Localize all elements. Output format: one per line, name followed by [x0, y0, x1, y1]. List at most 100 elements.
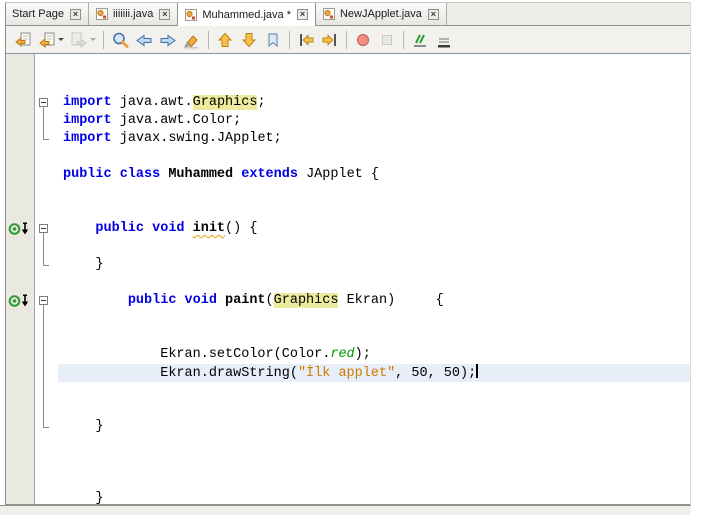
fold-guide-foot — [43, 139, 49, 140]
arrow-right-icon — [159, 31, 177, 49]
code-area[interactable]: import java.awt.Graphics;import java.awt… — [58, 54, 690, 504]
code-token: Graphics — [274, 293, 339, 308]
fold-collapse-box[interactable] — [39, 296, 48, 305]
code-line[interactable] — [58, 472, 690, 490]
toolbar-separator — [103, 31, 104, 49]
uncomment-button[interactable] — [432, 29, 456, 51]
code-token: public class — [63, 167, 168, 182]
dropdown-caret-icon[interactable] — [90, 38, 96, 41]
fold-guide-line — [43, 305, 44, 427]
code-line[interactable]: import java.awt.Color; — [58, 112, 690, 130]
fold-guide-line — [43, 107, 44, 139]
tab-label: Muhammed.java * — [202, 9, 291, 21]
code-token: red — [330, 347, 354, 362]
code-token: paint — [225, 293, 266, 308]
comment-button[interactable] — [408, 29, 432, 51]
toolbar-separator — [289, 31, 290, 49]
code-token: JApplet { — [298, 167, 379, 182]
find-next-occurrence-button[interactable] — [156, 29, 180, 51]
editor-toolbar — [6, 26, 690, 54]
bottom-strip — [0, 505, 691, 515]
back-button[interactable] — [35, 29, 67, 51]
gutter — [6, 54, 35, 504]
magnifier-icon — [111, 31, 129, 49]
stop-macro-recording-button — [375, 29, 399, 51]
close-icon[interactable]: × — [159, 9, 170, 20]
code-token: Ekran.setColor(Color. — [63, 347, 330, 362]
code-token: } — [63, 419, 104, 434]
code-line[interactable]: public void init() { — [58, 220, 690, 238]
override-icon[interactable] — [8, 294, 32, 308]
toggle-bookmark-button[interactable] — [261, 29, 285, 51]
bookmark-down-icon — [240, 31, 258, 49]
java-class-icon — [322, 7, 336, 21]
tab-label: Start Page — [12, 8, 64, 20]
find-previous-occurrence-button[interactable] — [132, 29, 156, 51]
code-line[interactable]: import javax.swing.JApplet; — [58, 130, 690, 148]
code-editor: import java.awt.Graphics;import java.awt… — [6, 54, 690, 505]
code-line[interactable] — [58, 238, 690, 256]
code-token — [63, 293, 128, 308]
fold-collapse-box[interactable] — [39, 98, 48, 107]
next-bookmark-button[interactable] — [237, 29, 261, 51]
override-icon[interactable] — [8, 222, 32, 236]
code-line[interactable]: public class Muhammed extends JApplet { — [58, 166, 690, 184]
shift-line-right-button[interactable] — [318, 29, 342, 51]
code-line[interactable] — [58, 148, 690, 166]
toggle-highlight-search-button[interactable] — [180, 29, 204, 51]
shift-right-icon — [321, 31, 339, 49]
code-token: Ekran) { — [338, 293, 443, 308]
code-line[interactable] — [58, 436, 690, 454]
uncomment-icon — [435, 31, 453, 49]
fold-column — [36, 54, 58, 504]
code-line[interactable] — [58, 328, 690, 346]
dropdown-caret-icon[interactable] — [58, 38, 64, 41]
code-line[interactable]: } — [58, 256, 690, 274]
code-line[interactable]: } — [58, 418, 690, 436]
text-caret — [476, 364, 478, 378]
code-line[interactable] — [58, 184, 690, 202]
fold-collapse-box[interactable] — [39, 224, 48, 233]
code-line[interactable]: } — [58, 490, 690, 505]
code-token: ( — [266, 293, 274, 308]
bookmark-icon — [264, 31, 282, 49]
tab-newjapplet-java[interactable]: NewJApplet.java× — [316, 3, 447, 25]
comment-icon — [411, 31, 429, 49]
code-line[interactable] — [58, 76, 690, 94]
current-code-line[interactable]: Ekran.drawString("İlk applet", 50, 50); — [58, 364, 690, 382]
code-line[interactable] — [58, 274, 690, 292]
code-line[interactable]: public void paint(Graphics Ekran) { — [58, 292, 690, 310]
code-line[interactable] — [58, 400, 690, 418]
close-icon[interactable]: × — [297, 9, 308, 20]
start-macro-recording-button[interactable] — [351, 29, 375, 51]
code-line[interactable] — [58, 454, 690, 472]
close-icon[interactable]: × — [428, 9, 439, 20]
tab-iiiiiii-java[interactable]: iiiiiii.java× — [89, 3, 178, 25]
code-line[interactable] — [58, 310, 690, 328]
code-token: init — [193, 221, 225, 236]
code-line[interactable] — [58, 202, 690, 220]
forward-icon — [70, 31, 88, 49]
shift-left-icon — [297, 31, 315, 49]
toolbar-separator — [346, 31, 347, 49]
code-line[interactable]: import java.awt.Graphics; — [58, 94, 690, 112]
last-edit-location-button[interactable] — [11, 29, 35, 51]
code-token: Muhammed — [168, 167, 233, 182]
tab-muhammed-java[interactable]: Muhammed.java * × — [177, 3, 316, 26]
code-token: java.awt.Color; — [120, 113, 242, 128]
bookmark-up-icon — [216, 31, 234, 49]
code-token: Ekran.drawString( — [63, 366, 298, 381]
shift-line-left-button[interactable] — [294, 29, 318, 51]
stop-icon — [378, 31, 396, 49]
tab-start-page[interactable]: Start Page × — [6, 3, 89, 25]
find-selection-button[interactable] — [108, 29, 132, 51]
code-token: "İlk applet" — [298, 366, 395, 381]
code-token: Graphics — [193, 95, 258, 110]
previous-bookmark-button[interactable] — [213, 29, 237, 51]
code-line[interactable] — [58, 58, 690, 76]
close-icon[interactable]: × — [70, 9, 81, 20]
code-token: import — [63, 113, 120, 128]
code-line[interactable]: Ekran.setColor(Color.red); — [58, 346, 690, 364]
code-token: public void — [128, 293, 225, 308]
code-line[interactable] — [58, 382, 690, 400]
